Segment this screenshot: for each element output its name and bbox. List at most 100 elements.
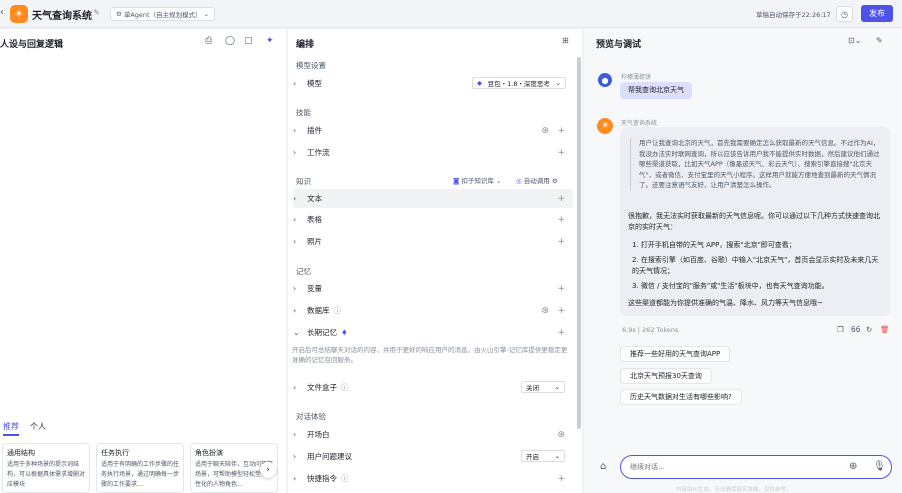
add-attachment-icon[interactable]: ⊕ bbox=[849, 461, 857, 472]
add-icon[interactable]: + bbox=[557, 215, 565, 225]
microphone-icon[interactable]: 🎙 bbox=[873, 461, 886, 472]
template-card[interactable]: 任务执行适用于有明确的工作步骤的任务执行场景，通过明确每一步骤的工作要求… bbox=[96, 443, 184, 493]
kb-dropdown[interactable]: ◙ 扣子知识库 ⌄ bbox=[453, 175, 501, 185]
suggestion-chip[interactable]: 北京天气预报30天查询 bbox=[620, 368, 712, 384]
shortcut-row[interactable]: › 快捷指令 ⓘ + bbox=[293, 469, 573, 488]
auto-icon[interactable]: ⊛ bbox=[557, 430, 565, 440]
add-icon[interactable]: + bbox=[557, 237, 565, 247]
add-icon[interactable]: + bbox=[557, 148, 565, 158]
preview-title: 预览与调试 bbox=[596, 40, 642, 50]
photo-label: 照片 bbox=[307, 237, 322, 246]
add-icon[interactable]: + bbox=[557, 194, 565, 204]
workflow-label: 工作流 bbox=[307, 148, 330, 157]
database-label: 数据库 bbox=[307, 306, 330, 315]
chevron-right-icon: › bbox=[293, 148, 297, 157]
card-desc: 适用于有明确的工作步骤的任务执行场景，通过明确每一步骤的工作要求… bbox=[101, 461, 180, 488]
auto-icon[interactable]: ⊛ bbox=[541, 126, 549, 136]
user-question-label: 用户问题建议 bbox=[307, 452, 352, 461]
add-icon[interactable]: + bbox=[557, 474, 565, 484]
delete-icon[interactable]: 🗑 bbox=[880, 325, 890, 334]
text-row[interactable]: › 文本 + bbox=[293, 189, 573, 208]
table-row[interactable]: › 表格 + bbox=[293, 210, 573, 229]
user-name: 柠檬薄荷饼 bbox=[621, 74, 652, 81]
scrollbar[interactable] bbox=[577, 57, 581, 429]
doubao-icon: ◆ bbox=[477, 79, 482, 87]
variable-row[interactable]: › 变量 + bbox=[293, 279, 573, 298]
template-icon[interactable]: ⎙ bbox=[205, 36, 212, 46]
refresh-icon[interactable]: ↻ bbox=[866, 325, 872, 334]
bulb-icon[interactable]: ◯ bbox=[225, 36, 235, 46]
chevron-right-icon: › bbox=[293, 194, 297, 203]
card-title: 角色扮演 bbox=[195, 449, 223, 457]
auto-call-label: 自动调用 bbox=[523, 177, 550, 185]
auto-icon[interactable]: ⊛ bbox=[541, 306, 549, 316]
kb-dropdown-label: 扣子知识库 bbox=[461, 177, 494, 185]
clear-icon[interactable]: ✎ bbox=[876, 36, 883, 45]
tab-recommend[interactable]: 推荐 bbox=[3, 421, 19, 436]
long-term-memory-row[interactable]: ⌄ 长期记忆 ♦ + bbox=[293, 323, 573, 342]
table-label: 表格 bbox=[307, 215, 322, 224]
chevron-down-icon: ⌄ bbox=[293, 328, 300, 337]
tab-personal[interactable]: 个人 bbox=[30, 421, 46, 432]
chevron-down-icon: ⌄ bbox=[555, 79, 561, 87]
model-section-label: 模型设置 bbox=[296, 61, 326, 70]
add-icon[interactable]: + bbox=[557, 328, 565, 338]
ai-optimize-icon[interactable]: ✦ bbox=[266, 36, 274, 46]
add-icon[interactable]: + bbox=[557, 126, 565, 136]
model-label: 模型 bbox=[307, 79, 322, 88]
workflow-row[interactable]: › 工作流 + bbox=[293, 143, 573, 162]
bot-name: 天气查询系统 bbox=[621, 120, 658, 127]
history-icon[interactable]: ◷ bbox=[836, 6, 853, 22]
suggestion-chip[interactable]: 推荐一些好用的天气查询APP bbox=[620, 346, 731, 362]
database-row[interactable]: › 数据库 ⓘ ⊛ + bbox=[293, 301, 573, 320]
diamond-icon: ♦ bbox=[341, 328, 348, 337]
chevron-right-icon: › bbox=[293, 79, 297, 88]
agent-mode-dropdown[interactable]: ⚙ 单Agent（自主规划模式） ⌄ bbox=[110, 7, 216, 21]
quote-icon[interactable]: 66 bbox=[851, 325, 861, 334]
copy-icon[interactable]: ▢ bbox=[244, 36, 253, 46]
filebox-value: 关闭 bbox=[526, 384, 539, 392]
user-question-select[interactable]: 开启 ⌄ bbox=[521, 450, 565, 462]
add-icon[interactable]: + bbox=[557, 284, 565, 294]
edit-icon[interactable]: ✎ bbox=[93, 8, 100, 17]
chevron-right-icon: › bbox=[293, 306, 297, 315]
user-question-value: 开启 bbox=[526, 453, 539, 461]
plugin-row[interactable]: › 插件 ⊛ + bbox=[293, 121, 573, 140]
publish-button[interactable]: 发布 bbox=[861, 5, 893, 22]
text-label: 文本 bbox=[307, 194, 322, 203]
card-desc: 适用于多种场景的提示词结构，可以根据具体需求增删对应模块 bbox=[7, 461, 86, 488]
opening-row[interactable]: › 开场白 ⊛ bbox=[293, 425, 573, 444]
orchestration-panel: 编排 ⊞ bbox=[288, 29, 582, 493]
next-arrow-icon[interactable]: › bbox=[260, 462, 276, 478]
grid-icon[interactable]: ⊞ bbox=[562, 36, 569, 45]
response-stats: 6.9s | 262 Tokens bbox=[622, 326, 679, 334]
info-icon: ⓘ bbox=[333, 306, 342, 315]
auto-call-toggle[interactable]: ◎ 自动调用 ⚙ bbox=[516, 175, 558, 185]
card-title: 任务执行 bbox=[101, 449, 129, 457]
chat-input[interactable] bbox=[630, 460, 830, 474]
chevron-right-icon: › bbox=[293, 383, 297, 392]
suggestion-chip[interactable]: 历史天气数据对生活有哪些影响? bbox=[620, 389, 742, 405]
chat-input-box[interactable]: ⊕ 🎙 bbox=[620, 455, 892, 479]
user-message: 帮我查询北京天气 bbox=[620, 82, 692, 99]
persona-panel: 人设与回复逻辑 ⎙ ◯ ▢ ✦ 推荐 个人 bbox=[0, 29, 286, 493]
chevron-right-icon: › bbox=[293, 430, 297, 439]
model-select[interactable]: ◆ 豆包・1.8・深度思考 ⌄ bbox=[472, 77, 566, 89]
back-arrow-icon[interactable]: ‹ bbox=[0, 7, 4, 18]
filebox-label: 文件盒子 bbox=[307, 383, 337, 392]
skills-section-label: 技能 bbox=[296, 108, 311, 117]
filebox-select[interactable]: 关闭 ⌄ bbox=[521, 381, 565, 393]
chevron-right-icon: › bbox=[293, 452, 297, 461]
chevron-right-icon: › bbox=[293, 215, 297, 224]
add-icon[interactable]: + bbox=[557, 306, 565, 316]
autosave-status: 草稿自动保存于22:26:17 bbox=[756, 11, 831, 19]
chevron-down-icon: ⌄ bbox=[203, 10, 210, 18]
chevron-right-icon: › bbox=[293, 284, 297, 293]
copy-icon[interactable]: ❐ bbox=[837, 325, 844, 334]
debug-menu-icon[interactable]: ⊡⌄ bbox=[848, 36, 861, 45]
chevron-right-icon: › bbox=[293, 237, 297, 246]
photo-row[interactable]: › 照片 + bbox=[293, 232, 573, 251]
template-card[interactable]: 通用结构 适用于多种场景的提示词结构，可以根据具体需求增删对应模块 bbox=[2, 443, 90, 493]
memory-section-label: 记忆 bbox=[296, 267, 311, 276]
shop-icon[interactable]: ⌂ bbox=[600, 461, 606, 472]
